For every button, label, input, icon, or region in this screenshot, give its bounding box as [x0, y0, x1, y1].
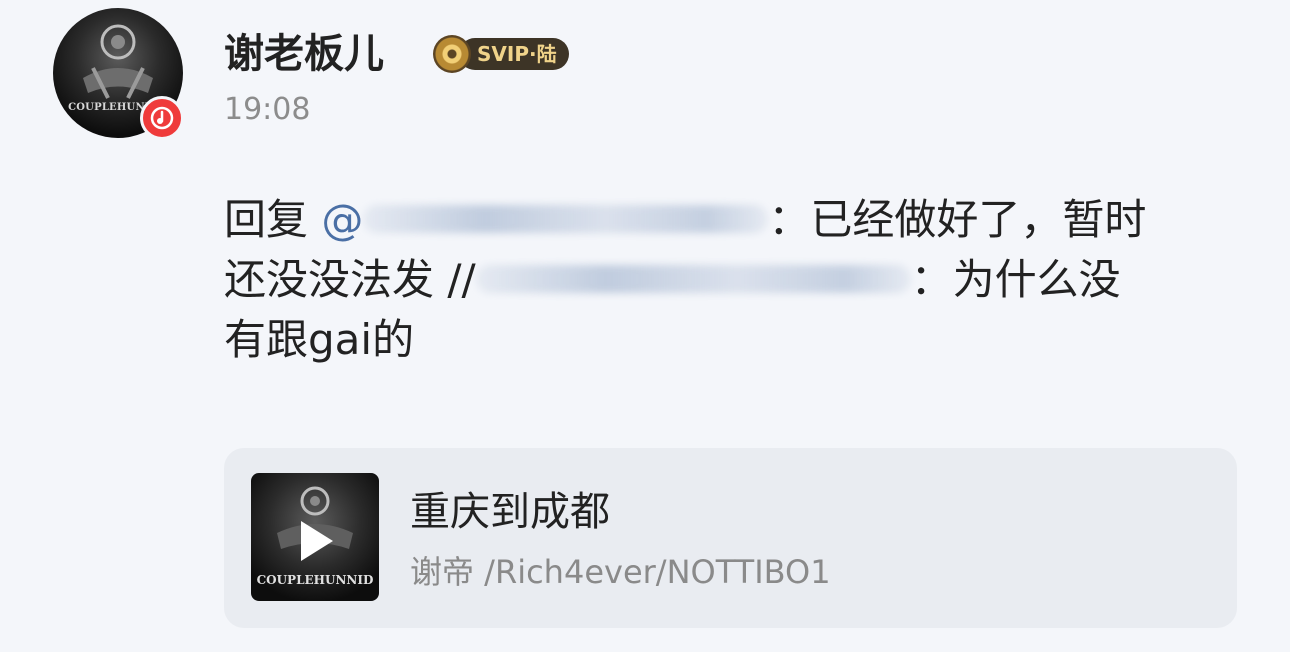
album-cover[interactable]: COUPLEHUNNID	[251, 473, 379, 601]
music-card[interactable]: COUPLEHUNNID 重庆到成都 谢帝 /Rich4ever/NOTTIBO…	[224, 448, 1237, 628]
comment-text: 回复 @ ：已经做好了，暂时 还没没法发 // ：为什么没 有跟gai的	[224, 190, 1234, 370]
song-artist[interactable]: 谢帝 /Rich4ever/NOTTIBO1	[410, 552, 831, 592]
blurred-quoted-username	[475, 264, 911, 293]
reply-text: ：已经做好了，暂时	[768, 195, 1147, 244]
music-note-icon	[140, 96, 184, 140]
quoted-text-end: 有跟gai的	[224, 315, 415, 364]
comment-line-2: 还没没法发 // ：为什么没	[224, 250, 1234, 310]
album-cover-text: COUPLEHUNNID	[256, 573, 374, 587]
reply-prefix: 回复	[224, 195, 322, 244]
comment-post: COUPLEHUNNID 谢老板儿 SVIP·陆 19:08 回复 @ ：已经做好…	[0, 0, 1290, 652]
quoted-text: ：为什么没	[910, 255, 1121, 304]
comment-line-3: 有跟gai的	[224, 310, 1234, 370]
blurred-username	[363, 204, 769, 233]
quoted-prefix: 还没没法发 //	[224, 255, 476, 304]
vip-label: SVIP·陆	[459, 38, 569, 70]
vip-badge[interactable]: SVIP·陆	[433, 34, 569, 74]
vinyl-disc-icon	[433, 35, 471, 73]
mention-link[interactable]: @	[321, 195, 363, 244]
comment-line-1: 回复 @ ：已经做好了，暂时	[224, 190, 1234, 250]
song-title[interactable]: 重庆到成都	[410, 488, 610, 536]
username[interactable]: 谢老板儿	[224, 30, 384, 78]
play-icon[interactable]	[301, 521, 333, 561]
post-timestamp: 19:08	[224, 92, 311, 127]
